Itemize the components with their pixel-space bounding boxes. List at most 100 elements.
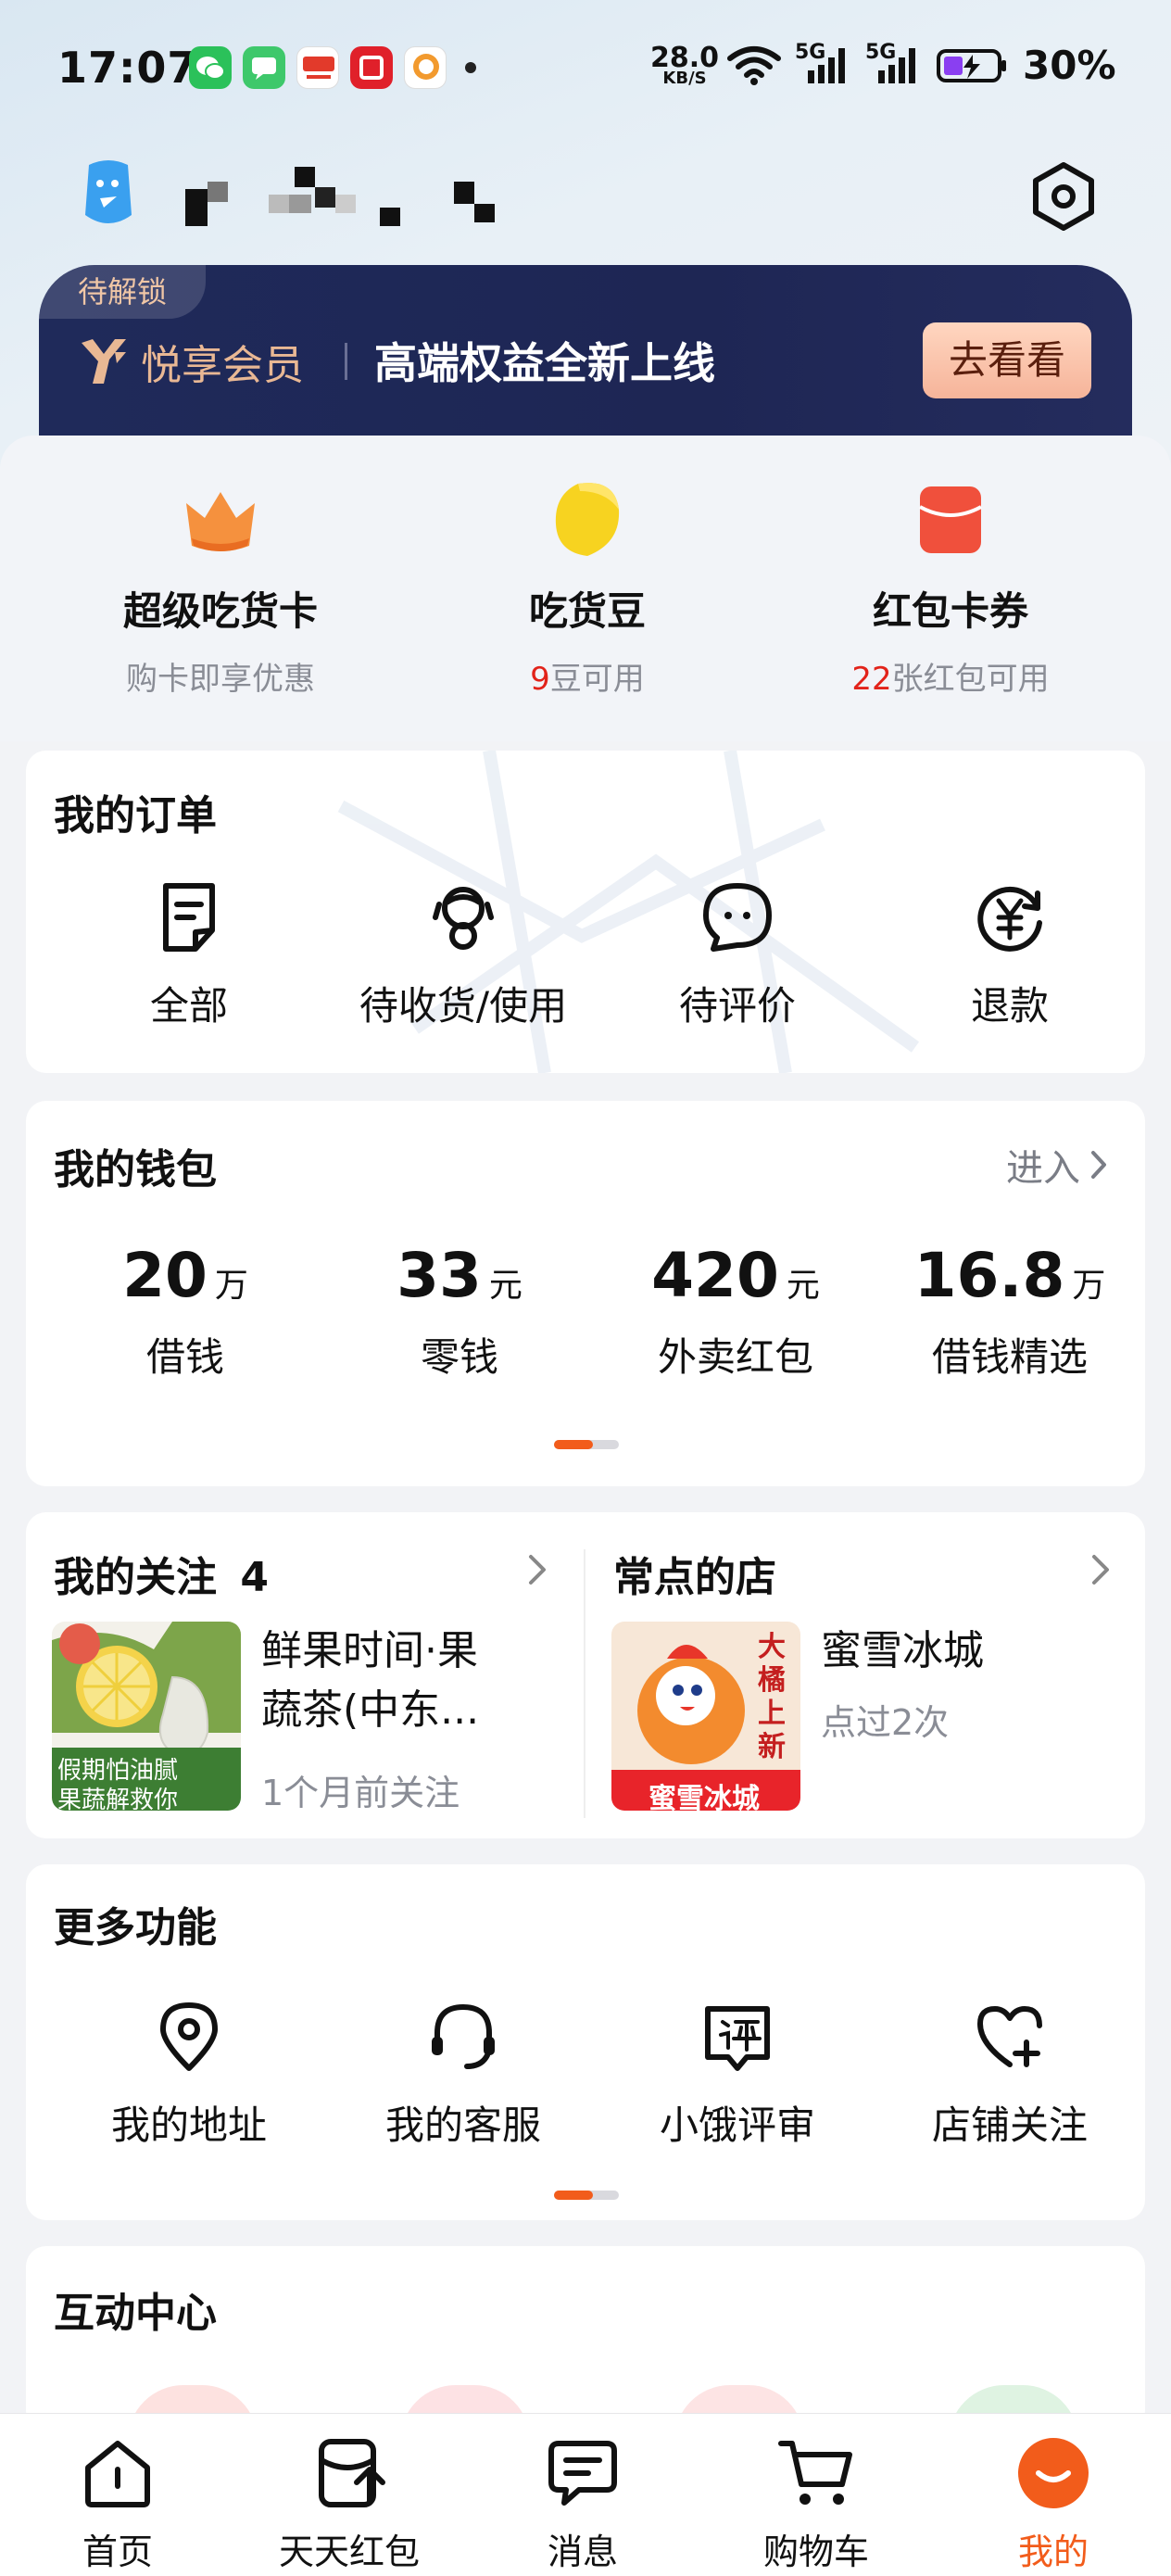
username-mosaic: [185, 167, 510, 228]
mine-active-icon: [1018, 2438, 1089, 2508]
wallet-item-takeout-redpacket[interactable]: 420 元 外卖红包: [597, 1240, 875, 1383]
tab-home[interactable]: 首页: [2, 2414, 233, 2576]
message-icon: [548, 2441, 617, 2506]
signal-bars-icon: [808, 47, 845, 83]
red-packet-tab-icon: [319, 2439, 385, 2507]
order-refund-label: 退款: [970, 983, 1049, 1029]
signal-5g-2: 5G: [865, 41, 923, 87]
order-pending-receipt-label: 待收货/使用: [359, 983, 568, 1029]
tab-messages-label: 消息: [547, 2532, 618, 2572]
wallet-item-borrow[interactable]: 20 万 借钱: [46, 1240, 324, 1383]
more-notifications-dot: [465, 62, 476, 73]
vip-promo: 高端权益全新上线: [374, 338, 715, 388]
more-review-panel-label: 小饿评审: [659, 2102, 815, 2148]
more-shop-follow[interactable]: 店铺关注: [871, 2000, 1149, 2151]
unionpay-app-icon: [296, 46, 339, 89]
follow-title-label: 我的关注: [54, 1554, 217, 1601]
vip-name: 悦享会员: [141, 342, 304, 389]
home-icon: [85, 2441, 150, 2507]
wallet-enter-link[interactable]: 进入: [1006, 1138, 1108, 1192]
benefit-coupons[interactable]: 红包卡券 22张红包可用: [802, 478, 1099, 699]
member-banner[interactable]: 待解锁 悦享会员 高端权益全新上线 去看看: [39, 265, 1132, 441]
signal-bars-icon: [878, 47, 915, 83]
securities-app-icon: [350, 46, 393, 89]
more-address-label: 我的地址: [110, 2102, 267, 2148]
tab-home-label: 首页: [82, 2532, 153, 2572]
thumb-brand-text: 蜜雪冰城: [648, 1783, 760, 1811]
wallet-item-change[interactable]: 33 元 零钱: [321, 1240, 598, 1383]
follow-card: 我的关注 4 假期怕油腻 果蔬解救你 鲜果时间·果 蔬茶(中东... 1个月前关…: [26, 1512, 1145, 1838]
order-all-label: 全部: [149, 983, 228, 1029]
more-address[interactable]: 我的地址: [50, 2000, 328, 2151]
settings-button[interactable]: [1026, 159, 1101, 234]
wallet-item-loan-select[interactable]: 16.8 万 借钱精选: [871, 1240, 1149, 1383]
benefit-subtitle: 22张红包可用: [802, 653, 1099, 699]
lock-tag: 待解锁: [39, 265, 206, 319]
review-badge-icon: [705, 2006, 770, 2071]
benefit-subtitle: 购卡即享优惠: [126, 661, 315, 698]
notification-icons: [189, 46, 476, 89]
interaction-center-card: 互动中心: [26, 2246, 1145, 2441]
tab-messages[interactable]: 消息: [467, 2414, 699, 2576]
order-all[interactable]: 全部: [50, 880, 328, 1031]
beans-count-suffix: 豆可用: [549, 661, 645, 698]
pager-active-indicator: [554, 2191, 593, 2200]
more-review-panel[interactable]: 小饿评审: [598, 2000, 876, 2151]
order-refund[interactable]: 退款: [871, 880, 1145, 1031]
wallet-label: 借钱: [145, 1334, 224, 1380]
benefit-title: 超级吃货卡: [122, 588, 318, 634]
crown-icon: [186, 492, 255, 551]
benefit-beans[interactable]: 吃货豆 9豆可用: [439, 478, 736, 699]
orders-title: 我的订单: [54, 792, 217, 840]
bean-icon: [555, 483, 620, 556]
chevron-right-icon[interactable]: [526, 1551, 548, 1588]
tab-mine[interactable]: 我的: [938, 2414, 1169, 2576]
followed-shop-thumbnail[interactable]: 假期怕油腻 果蔬解救你: [52, 1622, 241, 1811]
frequent-shop-name[interactable]: 蜜雪冰城: [821, 1622, 984, 1681]
tab-daily-redpacket[interactable]: 天天红包: [233, 2414, 465, 2576]
network-speed: 28.0 KB/S: [650, 44, 719, 87]
coupon-count-suffix: 张红包可用: [891, 661, 1050, 698]
wallet-unit: 万: [214, 1267, 248, 1305]
followed-shop-meta: 1个月前关注: [261, 1773, 460, 1813]
vip-divider: [345, 343, 347, 380]
more-shop-follow-label: 店铺关注: [931, 2102, 1088, 2148]
chevron-right-icon[interactable]: [1089, 1551, 1112, 1588]
refund-yen-icon: [977, 886, 1042, 952]
followed-shop-name[interactable]: 鲜果时间·果 蔬茶(中东...: [261, 1622, 539, 1740]
benefit-super-card[interactable]: 超级吃货卡 购卡即享优惠: [72, 478, 369, 699]
wallet-enter-label: 进入: [1006, 1147, 1080, 1190]
tab-cart[interactable]: 购物车: [700, 2414, 932, 2576]
more-customer-service[interactable]: 我的客服: [324, 2000, 602, 2151]
interaction-center-title: 互动中心: [54, 2290, 217, 2337]
order-pending-receipt[interactable]: 待收货/使用: [324, 880, 602, 1031]
delivery-rider-icon: [433, 887, 494, 950]
frequent-shop-thumbnail[interactable]: 大橘上新 蜜雪冰城: [611, 1622, 800, 1811]
more-features-title: 更多功能: [54, 1904, 217, 1951]
chat-bubble-icon: [703, 883, 772, 952]
document-icon: [163, 883, 215, 952]
avatar[interactable]: [80, 159, 137, 228]
frequent-shop-meta: 点过2次: [821, 1702, 950, 1743]
frequent-title[interactable]: 常点的店: [613, 1544, 776, 1603]
wallet-value: 420: [651, 1240, 779, 1311]
wallet-label: 零钱: [420, 1334, 498, 1380]
heart-plus-icon: [977, 2006, 1042, 2067]
thumb-caption-2: 果蔬解救你: [57, 1787, 179, 1811]
wallet-unit: 万: [1072, 1267, 1106, 1305]
follow-title[interactable]: 我的关注 4: [54, 1544, 269, 1603]
location-pin-icon: [160, 2002, 218, 2071]
follow-divider: [584, 1549, 586, 1818]
status-time: 17:07: [57, 43, 198, 93]
wallet-value: 33: [397, 1240, 482, 1311]
wallet-value: 20: [122, 1240, 208, 1311]
wechat-icon: [189, 46, 232, 89]
status-bar: 17:07 28.0 KB/S 5G 5G 30%: [0, 0, 1171, 139]
headset-icon: [432, 2003, 495, 2069]
more-features-pager: [554, 2191, 619, 2200]
benefit-subtitle: 9豆可用: [439, 653, 736, 699]
benefits-row: 超级吃货卡 购卡即享优惠 吃货豆 9豆可用 红包卡券 22张红包可用: [0, 436, 1171, 741]
vip-go-button[interactable]: 去看看: [923, 322, 1091, 398]
order-pending-review[interactable]: 待评价: [598, 880, 876, 1031]
orders-card: 我的订单 全部 待收货/使用 待评价 退款: [26, 751, 1145, 1073]
